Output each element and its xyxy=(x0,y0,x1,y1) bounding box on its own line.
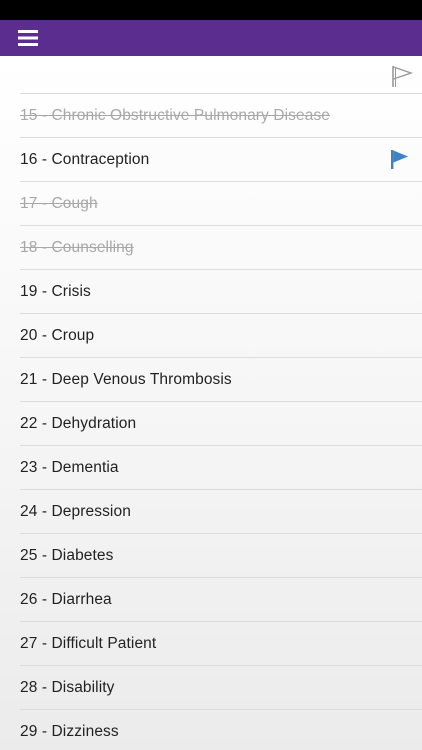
flag-filled-icon[interactable] xyxy=(390,149,410,169)
menu-button[interactable] xyxy=(10,22,46,54)
list-item[interactable]: 15 - Chronic Obstructive Pulmonary Disea… xyxy=(20,93,422,137)
list-item[interactable]: 23 - Dementia xyxy=(20,445,422,489)
list-item-label: 16 - Contraception xyxy=(20,150,150,168)
app-header xyxy=(0,20,422,56)
list-item-label: 25 - Diabetes xyxy=(20,546,114,564)
list-item-label: 20 - Croup xyxy=(20,326,95,344)
list-item-label: 28 - Disability xyxy=(20,678,115,696)
list-item-label: 21 - Deep Venous Thrombosis xyxy=(20,370,232,388)
list-item-label: 29 - Dizziness xyxy=(20,722,119,740)
list-item-label: 24 - Depression xyxy=(20,502,131,520)
list-item-label: 18 - Counselling xyxy=(20,238,134,256)
list-item-label: 23 - Dementia xyxy=(20,458,119,476)
list-item[interactable]: 29 - Dizziness xyxy=(20,709,422,750)
list-item[interactable]: 20 - Croup xyxy=(20,313,422,357)
status-bar xyxy=(0,0,422,20)
topic-list-area: 15 - Chronic Obstructive Pulmonary Disea… xyxy=(0,56,422,750)
list-item[interactable]: 24 - Depression xyxy=(20,489,422,533)
flag-outline-icon xyxy=(392,66,414,87)
list-item[interactable]: 19 - Crisis xyxy=(20,269,422,313)
list-item[interactable]: 26 - Diarrhea xyxy=(20,577,422,621)
list-item-label: 22 - Dehydration xyxy=(20,414,137,432)
list-item[interactable]: 28 - Disability xyxy=(20,665,422,709)
list-item[interactable]: 18 - Counselling xyxy=(20,225,422,269)
list-item[interactable]: 25 - Diabetes xyxy=(20,533,422,577)
list-item-label: 15 - Chronic Obstructive Pulmonary Disea… xyxy=(20,106,331,124)
list-item-label: 19 - Crisis xyxy=(20,282,91,300)
list-item-label: 17 - Cough xyxy=(20,194,98,212)
list-item[interactable]: 21 - Deep Venous Thrombosis xyxy=(20,357,422,401)
list-item[interactable]: 27 - Difficult Patient xyxy=(20,621,422,665)
list-item-label: 27 - Difficult Patient xyxy=(20,634,157,652)
topic-list: 15 - Chronic Obstructive Pulmonary Disea… xyxy=(0,93,422,750)
hamburger-menu-icon xyxy=(18,30,38,46)
list-item[interactable]: 16 - Contraception xyxy=(20,137,422,181)
list-item[interactable]: 22 - Dehydration xyxy=(20,401,422,445)
filter-row xyxy=(0,56,422,93)
list-item[interactable]: 17 - Cough xyxy=(20,181,422,225)
flag-filter-button[interactable] xyxy=(390,64,414,88)
list-item-label: 26 - Diarrhea xyxy=(20,590,112,608)
